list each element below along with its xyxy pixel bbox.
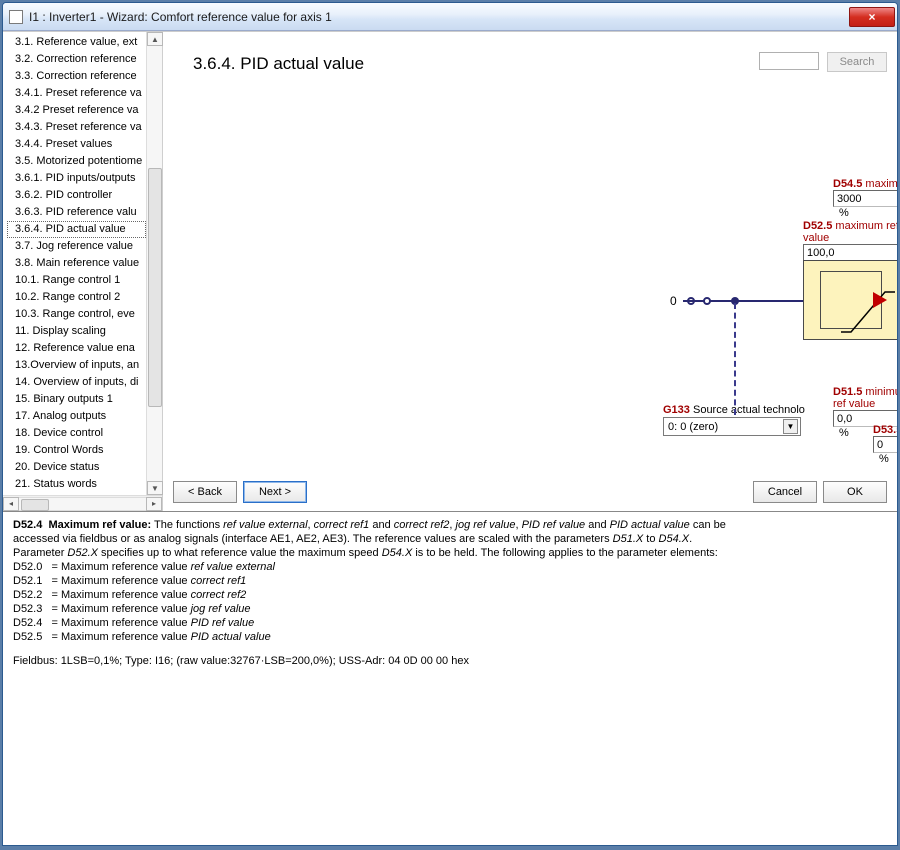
- tree-item[interactable]: 3.4.4. Preset values: [7, 136, 146, 153]
- unit: %: [839, 207, 849, 219]
- tree-item[interactable]: 21. Status words: [7, 476, 146, 493]
- window: I1 : Inverter1 - Wizard: Comfort referen…: [2, 2, 898, 846]
- main-panel: 3.6.4. PID actual value Search D54.5 max…: [163, 32, 897, 511]
- tree-item[interactable]: 12. Reference value ena: [7, 340, 146, 357]
- search-input[interactable]: [759, 52, 819, 70]
- tree-item[interactable]: 18. Device control: [7, 425, 146, 442]
- help-panel: D52.4 Maximum ref value: The functions r…: [3, 512, 897, 845]
- upper-pane: 3.1. Reference value, ext3.2. Correction…: [3, 32, 897, 512]
- nav-tree-wrap: 3.1. Reference value, ext3.2. Correction…: [3, 32, 163, 511]
- help-line2: accessed via fieldbus or as analog signa…: [13, 532, 887, 546]
- tree-item[interactable]: 3.6.4. PID actual value: [7, 221, 146, 238]
- ramp-icon: [839, 284, 897, 338]
- tree-item[interactable]: 3.4.3. Preset reference va: [7, 119, 146, 136]
- unit: %: [879, 453, 889, 465]
- next-button[interactable]: Next >: [243, 481, 307, 503]
- tree-item[interactable]: 3.2. Correction reference: [7, 51, 146, 68]
- tree-item[interactable]: 11. Display scaling: [7, 323, 146, 340]
- vscroll-track[interactable]: [147, 46, 162, 481]
- help-row: D52.2 = Maximum reference value correct …: [13, 588, 887, 602]
- param-desc: Source actual technolo: [693, 404, 805, 416]
- titlebar: I1 : Inverter1 - Wizard: Comfort referen…: [3, 3, 897, 31]
- close-button[interactable]: ×: [849, 7, 895, 27]
- node-open-icon: [703, 297, 711, 305]
- g133-dropdown[interactable]: 0: 0 (zero) ▼: [663, 417, 801, 436]
- cancel-button[interactable]: Cancel: [753, 481, 817, 503]
- back-button[interactable]: < Back: [173, 481, 237, 503]
- search-button[interactable]: Search: [827, 52, 887, 72]
- tree-vscrollbar[interactable]: ▲ ▼: [146, 32, 162, 495]
- tree-item[interactable]: 10.2. Range control 2: [7, 289, 146, 306]
- tree-item[interactable]: 3.6.2. PID controller: [7, 187, 146, 204]
- hscroll-track[interactable]: [19, 497, 146, 511]
- close-icon: ×: [868, 10, 875, 24]
- output-arrow-icon: [873, 292, 887, 308]
- tree-item[interactable]: 3.5. Motorized potentiome: [7, 153, 146, 170]
- nav-tree[interactable]: 3.1. Reference value, ext3.2. Correction…: [3, 32, 146, 495]
- tree-item[interactable]: 13.Overview of inputs, an: [7, 357, 146, 374]
- tree-item[interactable]: 19. Control Words: [7, 442, 146, 459]
- scroll-down-icon[interactable]: ▼: [147, 481, 163, 495]
- help-row: D52.0 = Maximum reference value ref valu…: [13, 560, 887, 574]
- wizard-buttons: < Back Next > Cancel OK: [163, 479, 897, 505]
- tree-item[interactable]: 3.4.1. Preset reference va: [7, 85, 146, 102]
- unit: %: [839, 427, 849, 439]
- tree-item[interactable]: 10.3. Range control, eve: [7, 306, 146, 323]
- tree-item[interactable]: 15. Binary outputs 1: [7, 391, 146, 408]
- d54-5-input[interactable]: [833, 190, 898, 207]
- diagram: D54.5 maximum speed % D52.5 maximum ref …: [343, 132, 887, 461]
- vscroll-thumb[interactable]: [148, 168, 162, 407]
- help-row: D52.1 = Maximum reference value correct …: [13, 574, 887, 588]
- param-code: G133: [663, 404, 690, 416]
- body: 3.1. Reference value, ext3.2. Correction…: [3, 31, 897, 845]
- param-code: D54.5: [833, 178, 862, 190]
- param-code: D53.5: [873, 424, 898, 436]
- help-row: D52.5 = Maximum reference value PID actu…: [13, 630, 887, 644]
- help-row: D52.4 = Maximum reference value PID ref …: [13, 616, 887, 630]
- tree-item[interactable]: 3.3. Correction reference: [7, 68, 146, 85]
- param-d54-5: D54.5 maximum speed %: [833, 178, 898, 219]
- tree-hscrollbar[interactable]: ◂ ▸: [3, 495, 162, 511]
- help-line3: Parameter D52.X specifies up to what ref…: [13, 546, 887, 560]
- dropdown-value: 0: 0 (zero): [668, 421, 718, 433]
- page-title: 3.6.4. PID actual value: [193, 54, 364, 74]
- dashed-wire: [734, 303, 736, 415]
- param-code: D52.5: [803, 220, 832, 232]
- chevron-down-icon: ▼: [783, 419, 798, 434]
- tree-item[interactable]: 3.6.1. PID inputs/outputs: [7, 170, 146, 187]
- tree-item[interactable]: 10.1. Range control 1: [7, 272, 146, 289]
- tree-item[interactable]: 3.1. Reference value, ext: [7, 34, 146, 51]
- app-icon: [9, 10, 23, 24]
- param-d53-5: D53.5 minimum speed %: [873, 424, 898, 465]
- zero-label: 0: [670, 292, 682, 310]
- help-row: D52.3 = Maximum reference value jog ref …: [13, 602, 887, 616]
- tree-item[interactable]: 3.8. Main reference value: [7, 255, 146, 272]
- tree-item[interactable]: 3.4.2 Preset reference va: [7, 102, 146, 119]
- tree-item[interactable]: 14. Overview of inputs, di: [7, 374, 146, 391]
- window-title: I1 : Inverter1 - Wizard: Comfort referen…: [29, 10, 843, 24]
- tree-item[interactable]: 3.6.3. PID reference valu: [7, 204, 146, 221]
- param-desc: maximum speed: [865, 178, 898, 190]
- d53-5-input[interactable]: [873, 436, 898, 453]
- param-code: D51.5: [833, 386, 862, 398]
- help-line1: D52.4 Maximum ref value: The functions r…: [13, 518, 887, 532]
- scroll-left-icon[interactable]: ◂: [3, 497, 19, 511]
- help-rows: D52.0 = Maximum reference value ref valu…: [13, 560, 887, 644]
- ok-button[interactable]: OK: [823, 481, 887, 503]
- tree-item[interactable]: 3.7. Jog reference value: [7, 238, 146, 255]
- tree-item[interactable]: 17. Analog outputs: [7, 408, 146, 425]
- d52-5-input[interactable]: [803, 244, 898, 261]
- scroll-right-icon[interactable]: ▸: [146, 497, 162, 511]
- scroll-up-icon[interactable]: ▲: [147, 32, 163, 46]
- help-footer: Fieldbus: 1LSB=0,1%; Type: I16; (raw val…: [13, 654, 887, 668]
- hscroll-thumb[interactable]: [21, 499, 49, 511]
- tree-item[interactable]: 20. Device status: [7, 459, 146, 476]
